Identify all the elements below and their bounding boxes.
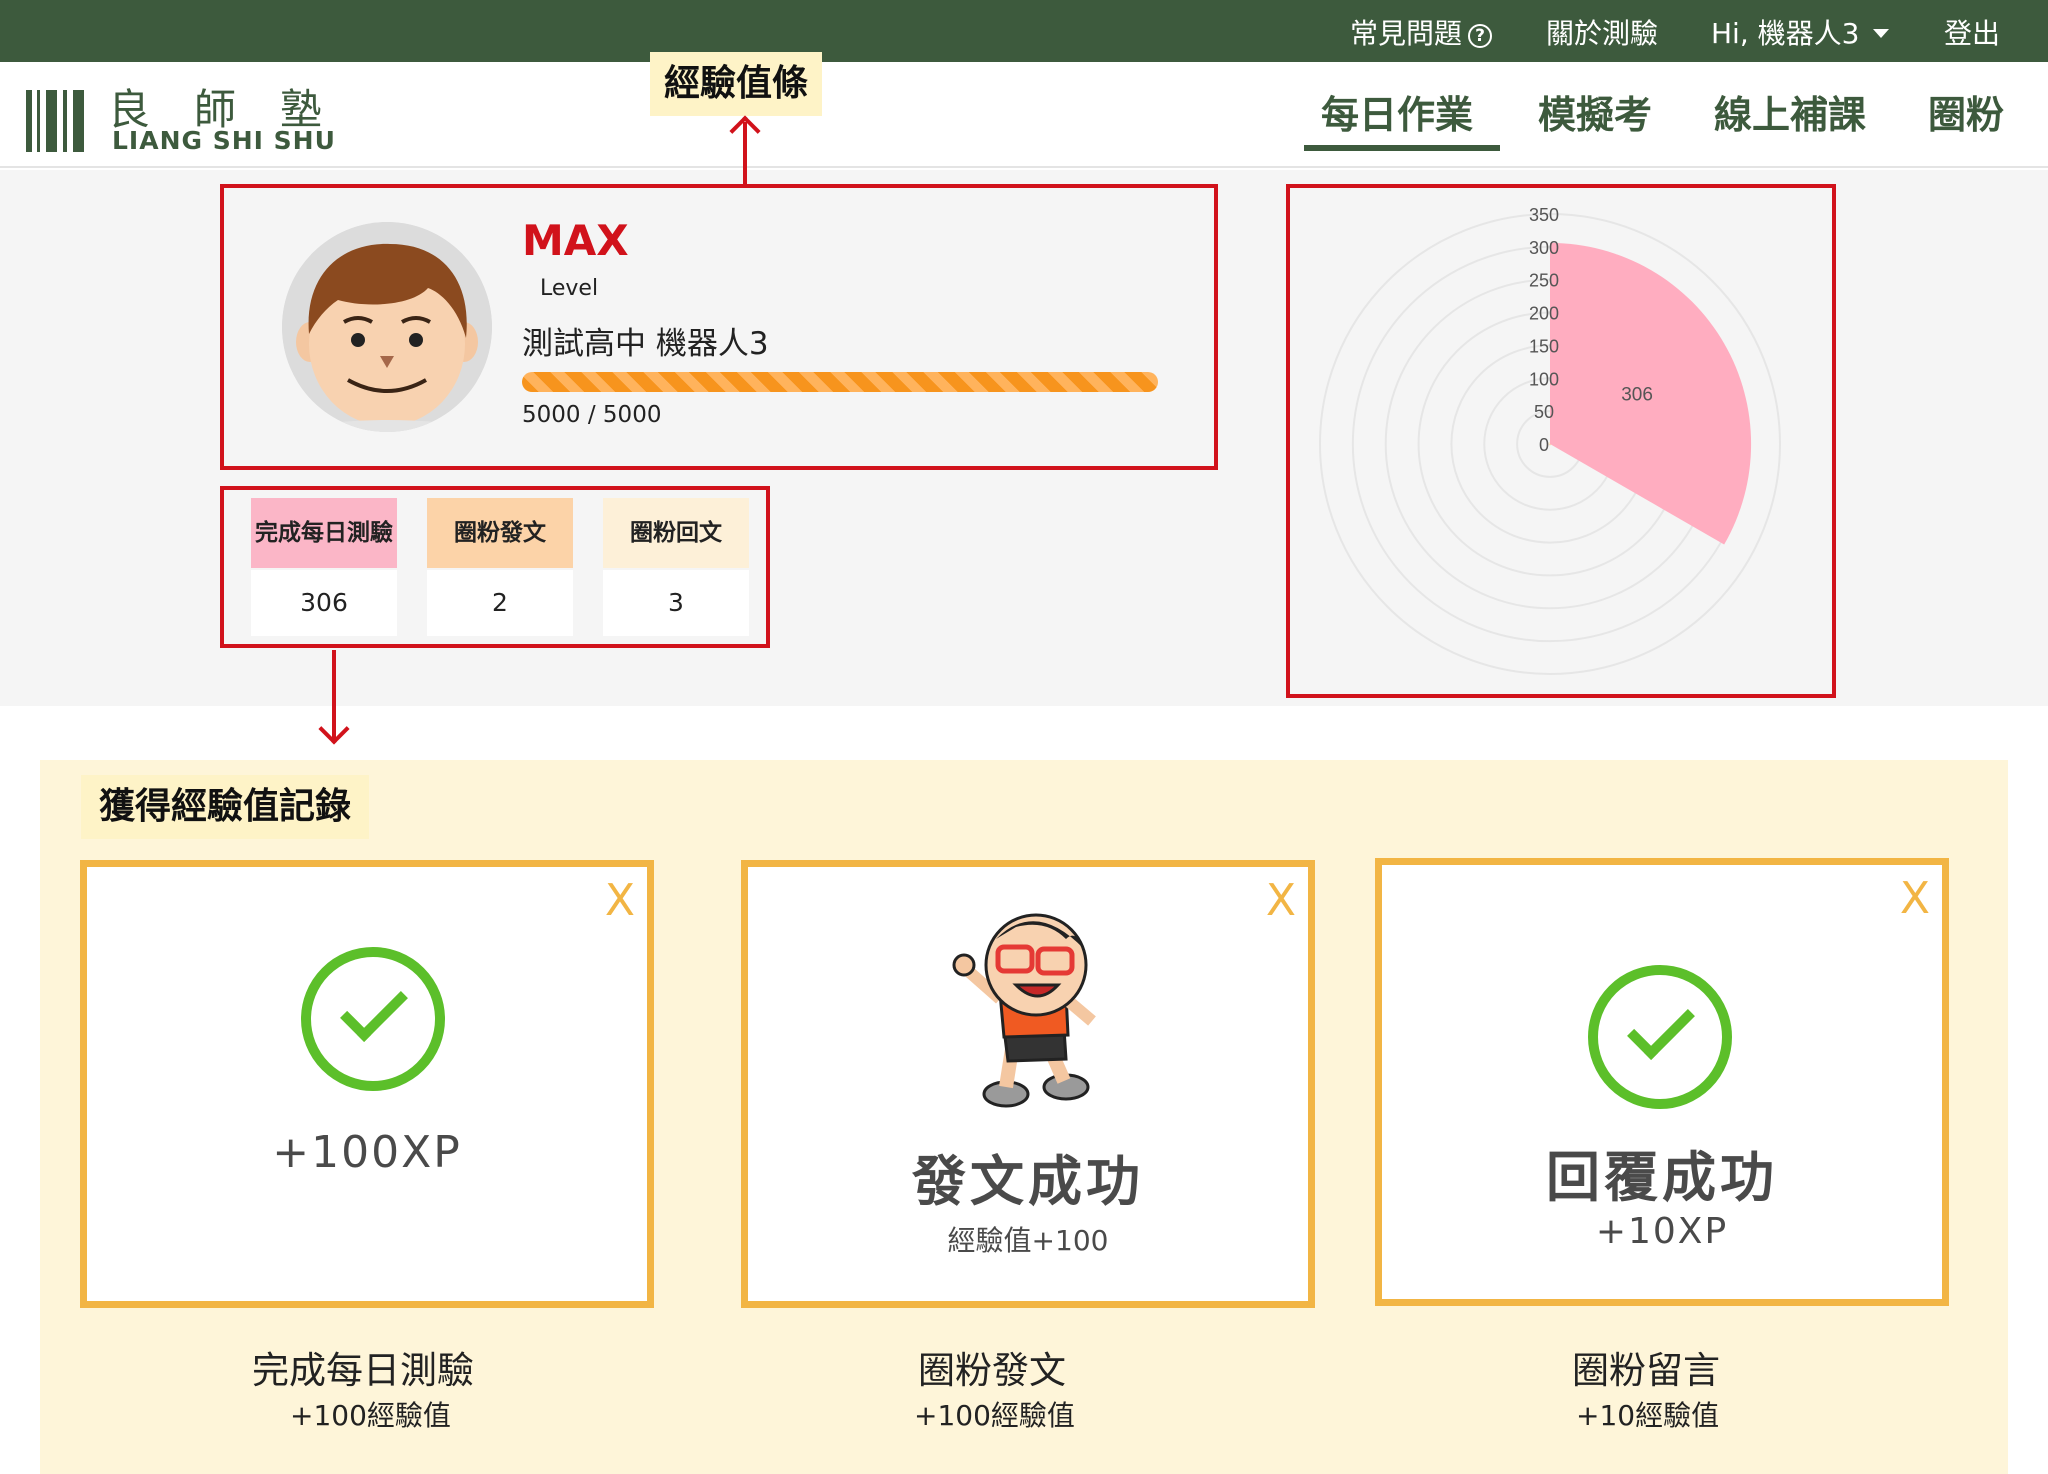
site-logo[interactable]: 良師塾 LIANG SHI SHU (26, 82, 346, 155)
chart-data-label: 306 (1621, 385, 1653, 406)
chart-tick-label: 150 (1529, 336, 1559, 356)
about-link[interactable]: 關於測驗 (1546, 12, 1658, 52)
top-bar: 常見問題? 關於測驗 Hi, 機器人3 登出 (0, 0, 2048, 62)
chart-tick-label: 100 (1529, 369, 1559, 389)
main-nav: 良師塾 LIANG SHI SHU 每日作業 模擬考 線上補課 圈粉 (0, 62, 2048, 168)
card-main-text: +100XP (272, 1127, 462, 1178)
xp-progress-bar (522, 372, 1158, 392)
level-value: MAX (522, 216, 629, 265)
running-boy-mascot-icon (952, 913, 1096, 1108)
tab-daily-homework[interactable]: 每日作業 (1321, 84, 1473, 139)
chart-tick-label: 0 (1539, 435, 1549, 455)
avatar (282, 222, 492, 432)
user-menu[interactable]: Hi, 機器人3 (1711, 12, 1890, 52)
caption-value: +100經驗值 (290, 1399, 451, 1432)
card-main-text: 發文成功 (912, 1150, 1144, 1213)
chart-tick-label: 200 (1529, 304, 1559, 324)
xp-bar-callout: 經驗值條 (650, 52, 823, 116)
record-card-daily-quiz: X +100XP (80, 860, 654, 1308)
stat-value-fans-post: 2 (427, 570, 573, 636)
caret-down-icon (1873, 29, 1890, 38)
xp-max: 5000 (602, 402, 662, 428)
stat-value-daily-quiz: 306 (251, 570, 397, 636)
check-circle-icon (301, 947, 445, 1091)
caption-title: 完成每日測驗 (252, 1349, 474, 1392)
caption-value: +100經驗值 (914, 1399, 1075, 1432)
tab-online-class[interactable]: 線上補課 (1714, 84, 1866, 139)
record-section-title: 獲得經驗值記錄 (81, 775, 370, 839)
chart-tick-label: 300 (1529, 238, 1559, 258)
close-icon[interactable]: X (605, 875, 635, 926)
stat-label-fans-reply: 圈粉回文 (603, 498, 749, 568)
stat-label-fans-post: 圈粉發文 (427, 498, 573, 568)
school-user-name: 測試高中 機器人3 (522, 326, 769, 362)
faq-link[interactable]: 常見問題? (1350, 12, 1493, 52)
logout-link[interactable]: 登出 (1944, 12, 2000, 52)
card-sub-text: 經驗值+100 (947, 1224, 1109, 1257)
tab-mock-exam[interactable]: 模擬考 (1538, 84, 1652, 139)
chart-tick-label: 250 (1529, 271, 1559, 291)
stat-label-daily-quiz: 完成每日測驗 (251, 498, 397, 568)
arrow-head-down-icon (318, 713, 350, 745)
level-label: Level (540, 276, 599, 301)
check-circle-icon (1588, 965, 1732, 1109)
stat-value-fans-reply: 3 (603, 570, 749, 636)
boy-face-icon (282, 222, 492, 432)
active-tab-indicator (1304, 145, 1500, 151)
xp-current: 5000 (522, 402, 581, 428)
tab-fans[interactable]: 圈粉 (1928, 84, 2004, 139)
record-card-fans-post: X 發文成功 經驗值+100 (741, 860, 1315, 1308)
xp-separator: / (587, 402, 596, 428)
card-sub-text: +10XP (1595, 1211, 1729, 1252)
logo-bars-icon (26, 86, 88, 152)
close-icon[interactable]: X (1900, 873, 1930, 924)
logo-english: LIANG SHI SHU (112, 126, 336, 155)
faq-label: 常見問題 (1350, 17, 1463, 50)
caption-title: 圈粉發文 (918, 1349, 1066, 1392)
chart-tick-label: 350 (1529, 205, 1559, 225)
caption-value: +10經驗值 (1576, 1399, 1720, 1432)
polar-area-chart: 306 350 300 250 200 150 100 50 0 (1319, 205, 1781, 675)
caption-title: 圈粉留言 (1572, 1349, 1720, 1392)
user-greeting: Hi, 機器人3 (1711, 17, 1860, 50)
xp-readout: 5000 / 5000 (522, 402, 661, 428)
chart-tick-label: 50 (1534, 402, 1554, 422)
close-icon[interactable]: X (1266, 875, 1296, 926)
card-main-text: 回覆成功 (1546, 1146, 1778, 1209)
question-circle-icon: ? (1468, 24, 1493, 48)
record-card-fans-reply: X 回覆成功 +10XP (1375, 858, 1949, 1306)
